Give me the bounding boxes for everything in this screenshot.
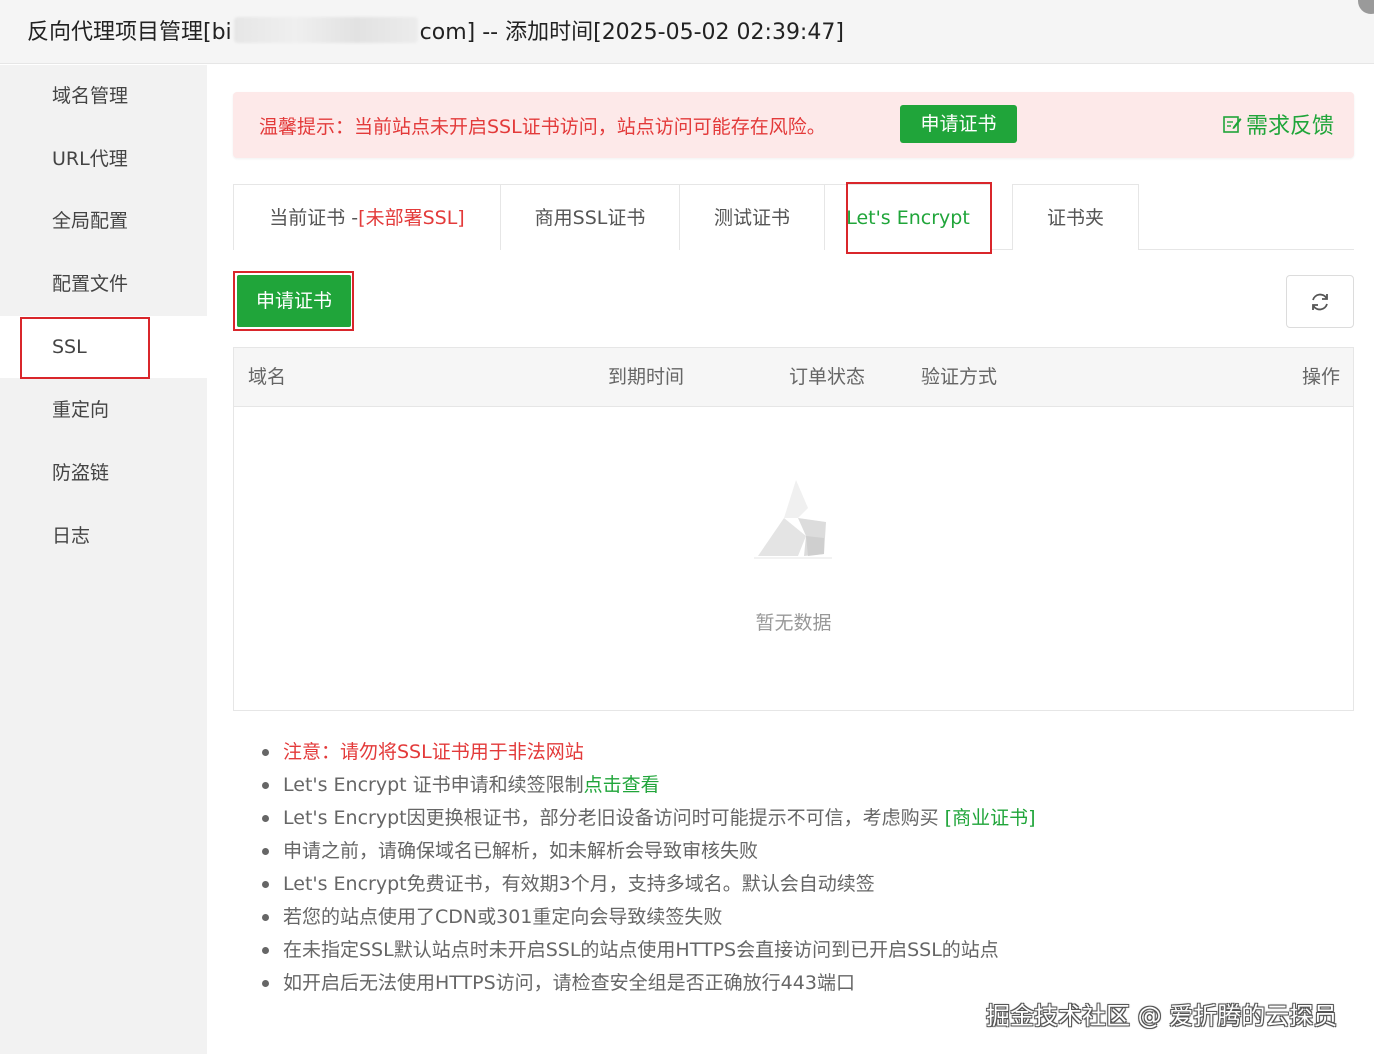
- alert-text: 温馨提示：当前站点未开启SSL证书访问，站点访问可能存在风险。: [259, 116, 826, 138]
- cert-tabs: 当前证书 -[未部署SSL] 商用SSL证书 测试证书 Let's Encryp…: [233, 184, 1354, 250]
- note-item: 注意：请勿将SSL证书用于非法网站: [262, 738, 1035, 771]
- note-text: Let's Encrypt因更换根证书，部分老旧设备访问时可能提示不可信，考虑购…: [283, 807, 945, 829]
- column-order-status: 订单状态: [789, 366, 866, 388]
- apply-cert-highlight-box: [233, 271, 354, 331]
- sidebar-item-config-file[interactable]: 配置文件: [0, 253, 207, 315]
- commercial-cert-link[interactable]: [商业证书]: [945, 807, 1036, 829]
- ssl-highlight-box: [20, 317, 150, 379]
- sidebar-item-domain[interactable]: 域名管理: [0, 65, 207, 127]
- column-actions: 操作: [1301, 366, 1340, 388]
- empty-box-icon: [754, 480, 832, 559]
- tab-current-cert-label: 当前证书 -: [269, 207, 359, 229]
- note-item: 申请之前，请确保域名已解析，如未解析会导致审核失败: [262, 837, 1035, 870]
- sidebar-item-url-proxy[interactable]: URL代理: [0, 128, 207, 190]
- note-item: Let's Encrypt 证书申请和续签限制点击查看: [262, 771, 1035, 804]
- refresh-button[interactable]: [1286, 275, 1354, 328]
- tab-commercial-ssl[interactable]: 商用SSL证书: [500, 184, 680, 250]
- window-title-suffix: com] -- 添加时间[2025-05-02 02:39:47]: [419, 20, 844, 45]
- sidebar: 域名管理 URL代理 全局配置 配置文件 SSL 重定向 防盗链 日志: [0, 65, 207, 1054]
- close-icon[interactable]: [1358, 0, 1374, 14]
- note-item: Let's Encrypt免费证书，有效期3个月，支持多域名。默认会自动续签: [262, 870, 1035, 903]
- window-title-prefix: 反向代理项目管理[bi: [27, 20, 232, 45]
- empty-text: 暂无数据: [755, 612, 832, 634]
- edit-icon: [1223, 116, 1242, 133]
- alert-apply-cert-button[interactable]: 申请证书: [900, 105, 1017, 143]
- sidebar-item-log[interactable]: 日志: [0, 505, 207, 567]
- window-title: 反向代理项目管理[bi com] -- 添加时间[2025-05-02 02:3…: [27, 14, 844, 46]
- feedback-label: 需求反馈: [1245, 114, 1334, 139]
- sidebar-item-redirect[interactable]: 重定向: [0, 379, 207, 441]
- note-item: 在未指定SSL默认站点时未开启SSL的站点使用HTTPS会直接访问到已开启SSL…: [262, 936, 1035, 969]
- redacted-domain: [233, 17, 418, 43]
- feedback-link[interactable]: 需求反馈: [1222, 108, 1334, 140]
- watermark: 掘金技术社区 @ 爱折腾的云探员: [986, 1002, 1338, 1030]
- cert-table: 域名 到期时间 订单状态 验证方式 操作 暂无数据: [233, 347, 1354, 711]
- title-bar: 反向代理项目管理[bi com] -- 添加时间[2025-05-02 02:3…: [0, 0, 1374, 64]
- ssl-warning-alert: 温馨提示：当前站点未开启SSL证书访问，站点访问可能存在风险。 申请证书 需求反…: [233, 92, 1354, 158]
- notes-list: 注意：请勿将SSL证书用于非法网站 Let's Encrypt 证书申请和续签限…: [262, 738, 1035, 1002]
- table-header: 域名 到期时间 订单状态 验证方式 操作: [234, 348, 1353, 407]
- tab-test-cert[interactable]: 测试证书: [679, 184, 825, 250]
- note-text: Let's Encrypt 证书申请和续签限制: [283, 774, 584, 796]
- refresh-icon: [1312, 293, 1328, 310]
- note-item: 如开启后无法使用HTTPS访问，请检查安全组是否正确放行443端口: [262, 969, 1035, 1002]
- column-verify-method: 验证方式: [921, 366, 998, 388]
- sidebar-item-hotlink[interactable]: 防盗链: [0, 442, 207, 504]
- tab-current-cert[interactable]: 当前证书 -[未部署SSL]: [233, 184, 501, 250]
- view-limits-link[interactable]: 点击查看: [584, 774, 660, 796]
- lets-encrypt-highlight-box: [846, 182, 992, 254]
- note-item: Let's Encrypt因更换根证书，部分老旧设备访问时可能提示不可信，考虑购…: [262, 804, 1035, 837]
- tab-cert-folder[interactable]: 证书夹: [1012, 184, 1139, 250]
- tab-current-cert-status: [未部署SSL]: [358, 207, 465, 229]
- column-expiry: 到期时间: [608, 366, 685, 388]
- column-domain: 域名: [248, 366, 287, 388]
- sidebar-item-global-config[interactable]: 全局配置: [0, 190, 207, 252]
- note-item: 若您的站点使用了CDN或301重定向会导致续签失败: [262, 903, 1035, 936]
